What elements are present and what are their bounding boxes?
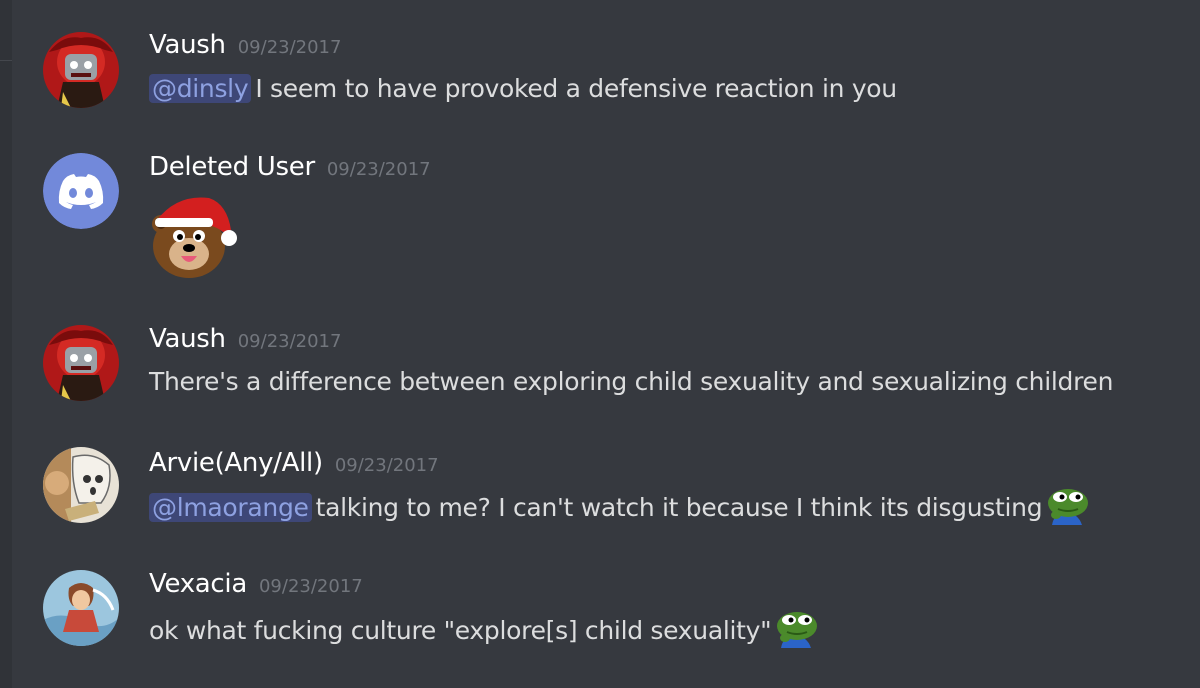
username[interactable]: Vexacia xyxy=(149,569,247,599)
sidebar-edge xyxy=(0,0,12,688)
message-text: There's a difference between exploring c… xyxy=(149,367,1114,396)
divider xyxy=(0,60,12,61)
username[interactable]: Deleted User xyxy=(149,152,315,182)
message-text: talking to me? I can't watch it because … xyxy=(315,493,1043,522)
timestamp: 09/23/2017 xyxy=(237,331,342,352)
user-mention[interactable]: @dinsly xyxy=(149,74,252,103)
pepe-think-emoji xyxy=(1048,489,1089,525)
message-text: ok what fucking culture "explore[s] chil… xyxy=(149,616,772,645)
timestamp: 09/23/2017 xyxy=(334,455,439,476)
user-mention[interactable]: @lmaorange xyxy=(149,493,312,522)
avatar[interactable] xyxy=(43,153,119,229)
username[interactable]: Vaush xyxy=(149,324,226,354)
username[interactable]: Arvie(Any/All) xyxy=(149,448,323,478)
pepe-think-emoji xyxy=(777,612,818,648)
avatar[interactable] xyxy=(43,32,119,108)
timestamp: 09/23/2017 xyxy=(237,37,342,58)
avatar[interactable] xyxy=(43,447,119,523)
avatar[interactable] xyxy=(43,325,119,401)
timestamp: 09/23/2017 xyxy=(258,576,363,597)
pedobear-santa-emoji xyxy=(147,190,241,282)
message-text: I seem to have provoked a defensive reac… xyxy=(255,74,897,103)
username[interactable]: Vaush xyxy=(149,30,226,60)
avatar[interactable] xyxy=(43,570,119,646)
timestamp: 09/23/2017 xyxy=(326,159,431,180)
